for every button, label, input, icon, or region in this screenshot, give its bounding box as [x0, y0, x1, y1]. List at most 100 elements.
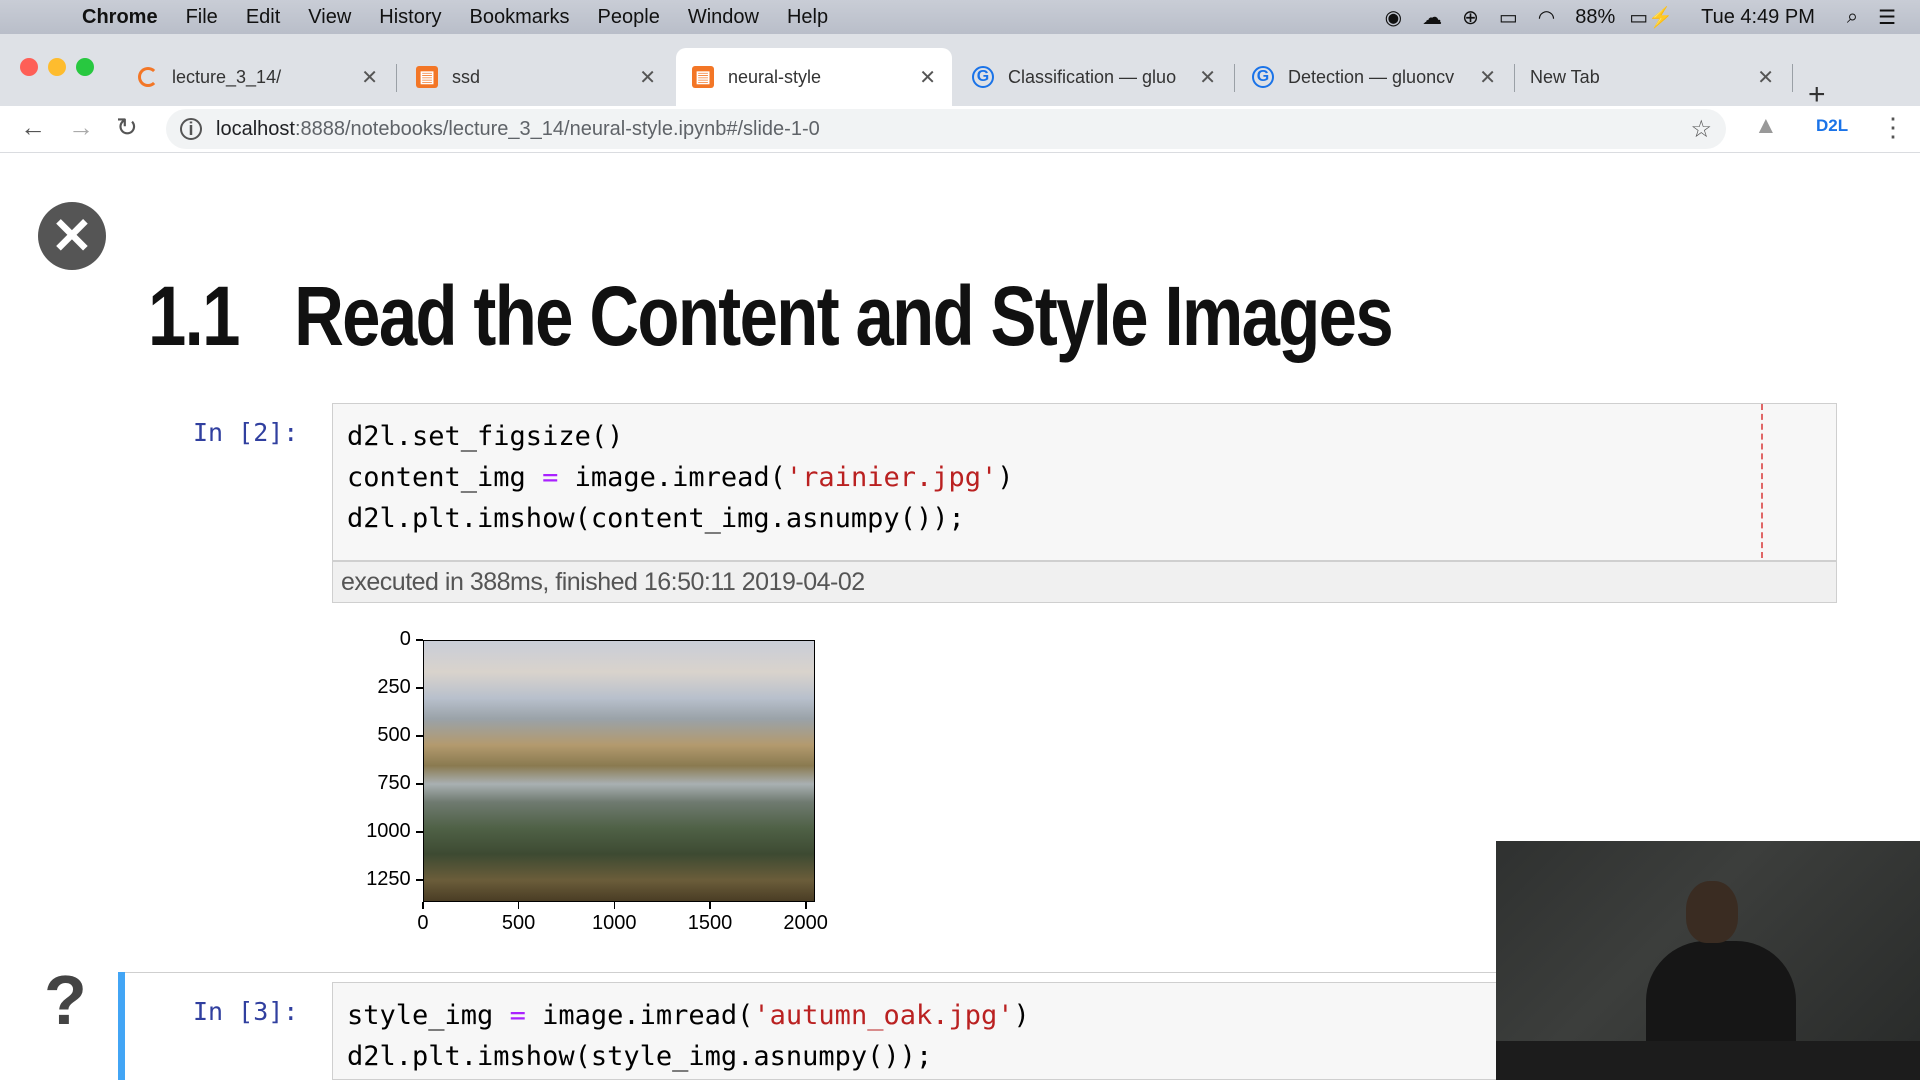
y-tick-label: 750 [377, 771, 411, 794]
exit-slideshow-close-icon[interactable]: ✕ [38, 202, 106, 270]
menubar-clock[interactable]: Tue 4:49 PM [1701, 6, 1815, 29]
lecturer-head [1686, 881, 1738, 943]
browser-tab-strip: lecture_3_14/ ✕ ▤ ssd ✕ ▤ neural-style ✕… [0, 34, 1920, 111]
lecture-desk [1496, 1041, 1920, 1080]
line-length-ruler [1761, 404, 1763, 558]
lecturer-webcam-video [1496, 841, 1920, 1080]
window-minimize-button[interactable] [48, 58, 66, 76]
browser-toolbar: ← → ↻ i localhost :8888/notebooks/lectur… [0, 106, 1920, 153]
heading-text: Read the Content and Style Images [294, 269, 1394, 363]
menu-people[interactable]: People [598, 6, 660, 29]
tab-separator [1792, 64, 1793, 92]
tab-separator [396, 64, 397, 92]
forward-button[interactable]: → [68, 112, 94, 143]
notebook-icon: ▤ [692, 66, 714, 88]
battery-percent[interactable]: 88% [1575, 6, 1615, 29]
y-tick-label: 0 [399, 628, 411, 650]
x-tick-label: 500 [501, 912, 536, 934]
tab-close-icon[interactable]: ✕ [1199, 65, 1216, 90]
tab-label: ssd [452, 66, 481, 87]
tab-ssd[interactable]: ▤ ssd ✕ [400, 48, 672, 106]
tab-separator [1234, 64, 1235, 92]
spotlight-search-icon[interactable]: ⌕ [1847, 6, 1858, 29]
battery-charging-icon[interactable]: ▭⚡ [1629, 5, 1673, 30]
heading-number: 1.1 [148, 269, 240, 363]
tab-detection[interactable]: G Detection — gluoncv ✕ [1236, 48, 1512, 106]
tab-label: Classification — gluo [1008, 66, 1177, 87]
y-tick-label: 1250 [366, 867, 411, 890]
site-info-icon[interactable]: i [180, 118, 202, 140]
tab-close-icon[interactable]: ✕ [361, 65, 378, 90]
menu-history[interactable]: History [379, 6, 441, 29]
tab-close-icon[interactable]: ✕ [1757, 65, 1774, 90]
code-line: d2l.plt.imshow(style_img.asnumpy()); [347, 1041, 933, 1072]
menu-app-chrome[interactable]: Chrome [82, 6, 158, 29]
tab-new-tab[interactable]: New Tab ✕ [1514, 48, 1790, 106]
reload-button[interactable]: ↻ [116, 112, 138, 143]
creative-cloud-icon[interactable]: ◉ [1385, 5, 1402, 30]
y-tick-mark [416, 735, 423, 737]
code-operator: = [509, 1000, 526, 1031]
notification-center-icon[interactable]: ☰ [1878, 5, 1896, 30]
tab-lecture[interactable]: lecture_3_14/ ✕ [122, 48, 394, 106]
d2l-extension-button[interactable]: D2L [1816, 116, 1848, 136]
code-line: d2l.plt.imshow(content_img.asnumpy()); [347, 503, 965, 534]
macos-menu-bar: Chrome File Edit View History Bookmarks … [0, 0, 1920, 34]
code-cell-input[interactable]: d2l.set_figsize() content_img = image.im… [332, 403, 1837, 561]
tab-classification[interactable]: G Classification — gluo ✕ [956, 48, 1232, 106]
x-tick-label: 1500 [687, 912, 733, 934]
y-tick-mark [416, 639, 423, 641]
cell-border [118, 972, 1498, 973]
back-button[interactable]: ← [20, 112, 46, 143]
x-tick-mark [517, 902, 520, 909]
menu-help[interactable]: Help [787, 6, 828, 29]
window-close-button[interactable] [20, 58, 38, 76]
y-tick-label: 500 [377, 723, 411, 746]
code-block[interactable]: style_img = image.imread('autumn_oak.jpg… [333, 983, 1501, 1077]
tab-close-icon[interactable]: ✕ [919, 65, 936, 90]
notebook-icon: ▤ [416, 66, 438, 88]
chrome-menu-icon[interactable]: ⋮ [1880, 112, 1906, 143]
url-path: :8888/notebooks/lecture_3_14/neural-styl… [294, 117, 820, 140]
code-string: 'autumn_oak.jpg' [753, 1000, 1014, 1031]
tab-label: neural-style [728, 66, 822, 87]
menu-edit[interactable]: Edit [246, 6, 280, 29]
x-tick-label: 2000 [783, 912, 828, 934]
code-block[interactable]: d2l.set_figsize() content_img = image.im… [333, 404, 1836, 539]
help-question-icon[interactable]: ? [44, 960, 87, 1040]
code-token: ) [997, 462, 1014, 493]
y-tick-mark [416, 831, 423, 833]
y-tick-label: 1000 [366, 819, 411, 842]
menu-view[interactable]: View [308, 6, 351, 29]
code-token: style_img [347, 1000, 510, 1031]
bookmark-star-icon[interactable]: ☆ [1690, 115, 1712, 144]
tab-label: Detection — gluoncv [1288, 66, 1455, 87]
cloud-upload-icon[interactable]: ☁ [1422, 5, 1442, 30]
code-cell-input[interactable]: style_img = image.imread('autumn_oak.jpg… [332, 982, 1502, 1080]
wifi-icon[interactable]: ◠ [1538, 5, 1555, 30]
tab-label: New Tab [1530, 66, 1600, 87]
extension-drive-icon[interactable]: ▲ [1754, 112, 1778, 140]
cell-prompt: In [3]: [193, 997, 299, 1026]
globe-icon[interactable]: ⊕ [1462, 5, 1479, 30]
airplay-icon[interactable]: ▭ [1499, 5, 1518, 30]
tab-close-icon[interactable]: ✕ [639, 65, 656, 90]
tab-neural-style[interactable]: ▤ neural-style ✕ [676, 48, 952, 106]
url-host: localhost [216, 117, 295, 140]
window-zoom-button[interactable] [76, 58, 94, 76]
selected-cell-indicator [118, 972, 125, 1080]
gluon-icon: G [1252, 66, 1274, 88]
x-tick-label: 0 [417, 912, 429, 934]
tab-close-icon[interactable]: ✕ [1479, 65, 1496, 90]
code-string: 'rainier.jpg' [785, 462, 998, 493]
menu-bookmarks[interactable]: Bookmarks [470, 6, 570, 29]
address-bar[interactable]: i localhost :8888/notebooks/lecture_3_14… [166, 109, 1726, 149]
code-token: ) [1013, 1000, 1030, 1031]
code-token: image.imread( [525, 1000, 754, 1031]
menu-window[interactable]: Window [688, 6, 759, 29]
x-tick-mark [709, 902, 711, 909]
menu-file[interactable]: File [186, 6, 218, 29]
tab-label: lecture_3_14/ [172, 66, 282, 87]
loading-icon [138, 67, 158, 87]
x-tick-mark [422, 902, 424, 909]
